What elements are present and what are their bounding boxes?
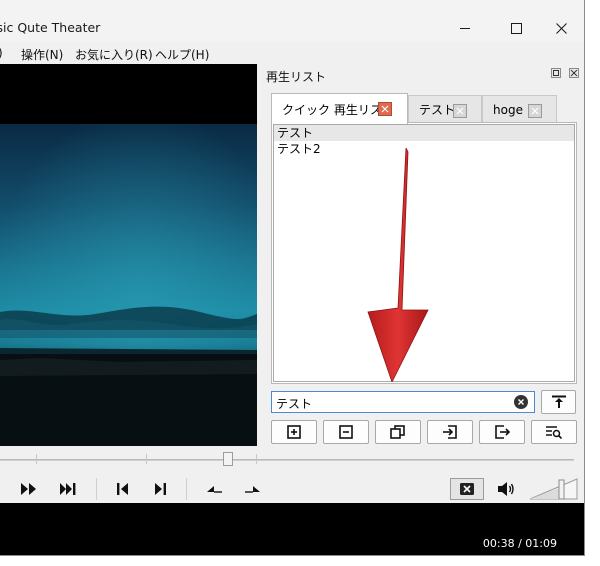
move-top-button[interactable] [541, 390, 576, 414]
menu-item-operation[interactable]: 操作(N) [21, 46, 63, 63]
mute-toggle-icon [460, 483, 474, 495]
playlist-search-input[interactable]: テスト [271, 391, 535, 413]
add-icon [287, 425, 301, 439]
playlist-dock-title: 再生リスト [266, 70, 327, 84]
control-separator [96, 478, 97, 500]
step-back-icon [117, 483, 128, 495]
find-icon [546, 426, 563, 439]
seek-tick [146, 454, 147, 464]
close-icon [570, 69, 578, 77]
copy-item-button[interactable] [375, 420, 421, 444]
search-value: テスト [276, 397, 313, 411]
annotation-arrow-icon [367, 148, 429, 382]
video-frame [0, 124, 257, 446]
find-button[interactable] [531, 420, 577, 444]
mute-toggle-button[interactable] [450, 478, 484, 500]
menu-item-favorites[interactable]: お気に入り(R) [75, 46, 153, 63]
seek-bar[interactable] [0, 446, 584, 474]
frame-back-button[interactable] [203, 478, 225, 500]
tab-quick-playlist[interactable]: クイック 再生リスト [271, 93, 408, 124]
remove-item-button[interactable] [323, 420, 369, 444]
splitter-handle[interactable] [257, 64, 261, 444]
tab-hoge[interactable]: hoge [482, 95, 557, 123]
step-forward-icon [155, 483, 166, 495]
volume-button[interactable] [495, 478, 517, 500]
frame-back-icon [207, 486, 222, 493]
float-icon [553, 70, 559, 76]
seek-handle[interactable] [223, 452, 233, 466]
title-bar[interactable]: ssic Qute Theater [0, 0, 584, 42]
volume-slider[interactable] [529, 478, 579, 500]
total-time: 01:09 [525, 537, 557, 550]
seek-tick [256, 454, 257, 464]
step-forward-button[interactable] [149, 478, 171, 500]
close-icon [456, 107, 464, 115]
time-separator: / [518, 537, 522, 550]
menu-item-help[interactable]: ヘルプ(H) [155, 46, 209, 63]
move-top-icon [551, 395, 566, 408]
tab-label: テスト [419, 103, 456, 117]
menu-bar: ) 操作(N) お気に入り(R) ヘルプ(H) [0, 42, 584, 64]
dock-close-button[interactable] [569, 68, 579, 78]
tab-label: hoge [493, 102, 523, 117]
close-icon [381, 105, 389, 113]
maximize-icon [510, 22, 522, 34]
skip-next-icon [60, 483, 76, 495]
playback-controls [0, 474, 584, 504]
speaker-icon [498, 482, 514, 496]
maximize-button[interactable] [493, 14, 539, 42]
time-display: 00:38 / 01:09 [483, 537, 557, 550]
seek-tick [36, 454, 37, 464]
close-button[interactable] [538, 14, 584, 42]
app-window: ssic Qute Theater ) 操作(N) お気に入り(R) ヘルプ(H… [0, 0, 585, 556]
copy-icon [390, 425, 405, 439]
dock-float-button[interactable] [551, 68, 561, 78]
minimize-icon [459, 27, 470, 29]
status-bar: 00:38 / 01:09 [0, 503, 584, 555]
import-icon [443, 425, 457, 439]
tab-close-button[interactable] [378, 102, 392, 116]
current-time: 00:38 [482, 537, 515, 550]
fast-forward-button[interactable] [18, 478, 40, 500]
step-back-button[interactable] [112, 478, 134, 500]
menu-item-partial[interactable]: ) [0, 46, 3, 60]
tab-close-button[interactable] [453, 104, 467, 118]
control-separator [186, 478, 187, 500]
close-icon [555, 22, 567, 34]
seek-track[interactable] [0, 459, 574, 461]
list-item[interactable]: テスト [274, 125, 574, 141]
clear-icon [518, 399, 524, 405]
fast-forward-icon [21, 483, 36, 495]
add-item-button[interactable] [271, 420, 317, 444]
tab-close-button[interactable] [528, 104, 542, 118]
export-icon [495, 425, 510, 439]
video-area[interactable] [0, 64, 257, 446]
search-clear-button[interactable] [514, 395, 528, 409]
export-button[interactable] [479, 420, 525, 444]
video-landscape [0, 124, 257, 446]
minimize-button[interactable] [442, 14, 488, 42]
import-button[interactable] [427, 420, 473, 444]
frame-forward-icon [245, 486, 260, 493]
tab-test[interactable]: テスト [408, 95, 482, 123]
close-icon [531, 107, 539, 115]
window-title: ssic Qute Theater [0, 20, 101, 35]
frame-forward-button[interactable] [242, 478, 264, 500]
remove-icon [339, 425, 353, 439]
skip-next-button[interactable] [57, 478, 79, 500]
